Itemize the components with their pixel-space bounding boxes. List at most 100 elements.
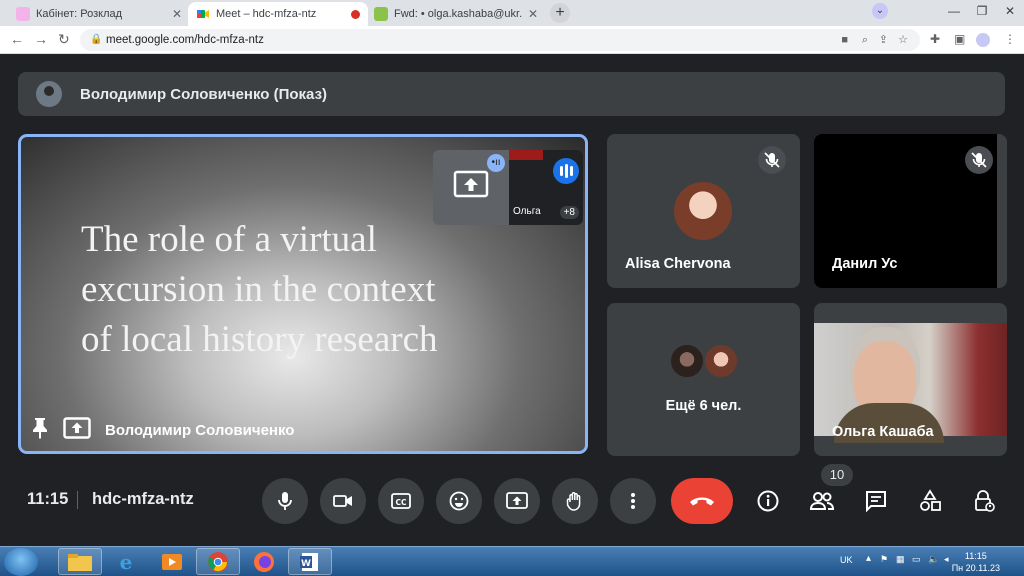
windows-taskbar: e W UK ▴ ⚑ ▦ ▭ 🔈 ◂ 11:15 Пн 20.11.23 [0,546,1024,576]
share-page-icon[interactable]: ⇪ [879,29,888,51]
profile-avatar[interactable] [976,33,990,47]
self-camera-preview: Ольга +8 [509,150,583,225]
participant-name: Данил Ус [832,256,898,272]
participants-count-badge: 10 [821,464,853,486]
captions-button[interactable]: CC [378,478,424,524]
reload-icon[interactable]: ↻ [58,31,70,48]
more-options-button[interactable] [610,478,656,524]
presenter-name: Володимир Соловиченко [105,421,295,439]
url-text: meet.google.com/hdc-mfza-ntz [106,34,264,46]
hand-icon [566,492,581,511]
people-icon [809,492,835,510]
firefox-taskbar-icon[interactable] [242,548,286,575]
present-now-button[interactable] [494,478,540,524]
address-toolbar: ← → ↻ 🔒 meet.google.com/hdc-mfza-ntz ■ ⌕… [0,26,1024,54]
back-icon[interactable]: ← [10,31,24,47]
microphone-icon [278,492,292,510]
presentation-banner-title: Володимир Соловиченко (Показ) [80,85,328,103]
ie-taskbar-icon[interactable]: e [104,548,148,575]
captions-icon: CC [391,493,411,509]
participant-name: Ольга Кашаба [832,424,934,440]
maximize-icon[interactable]: ❐ [968,0,996,22]
participant-tile[interactable]: Ольга Кашаба [814,303,1007,456]
self-name: Ольга [513,206,541,217]
recording-indicator-icon [351,9,360,19]
meeting-clock: 11:15 [27,490,69,508]
participant-tile[interactable]: Alisa Chervona [607,134,800,288]
participant-name: Alisa Chervona [625,256,731,272]
language-indicator[interactable]: UK [840,555,853,565]
extensions-icon[interactable]: ✚ [930,32,940,46]
host-controls-button[interactable] [970,487,998,515]
meet-favicon-icon [196,7,210,21]
presentation-banner: Володимир Соловиченко (Показ) [18,72,1005,116]
svg-text:CC: CC [395,498,407,507]
more-participants-label: Ещё 6 чел. [665,398,742,414]
more-vert-icon [631,493,635,509]
self-video-strip [509,150,543,160]
presentation-footer: Володимир Соловиченко [31,417,294,443]
bookmark-star-icon[interactable]: ☆ [898,29,908,51]
activities-shapes-icon [920,489,941,511]
close-window-icon[interactable]: ✕ [996,0,1024,22]
divider [77,491,78,509]
cabinet-favicon-icon [16,7,30,21]
url-omnibox[interactable]: 🔒 meet.google.com/hdc-mfza-ntz ■ ⌕ ⇪ ☆ [80,29,920,51]
more-participants-tile[interactable]: Ещё 6 чел. [607,303,800,456]
side-panel-icon[interactable]: ▣ [954,32,965,46]
tab-search-chevron-icon[interactable]: ⌄ [872,3,888,19]
audio-level-icon: •ıı [487,154,505,172]
participant-video [814,323,1007,443]
battery-icon[interactable]: ▭ [912,554,921,565]
minimize-icon[interactable]: — [940,0,968,22]
menu-kebab-icon[interactable]: ⋮ [1004,32,1016,46]
speaker-icon[interactable]: ◂ [944,554,949,565]
speaking-indicator-icon [553,158,579,184]
tab-mail[interactable]: Fwd: • olga.kashaba@ukr.net ✕ [366,2,546,26]
leave-call-button[interactable] [671,478,733,524]
tab-meet[interactable]: Meet – hdc-mfza-ntz [188,2,368,26]
camera-in-use-icon[interactable]: ■ [841,29,848,51]
media-player-taskbar-icon[interactable] [150,548,194,575]
flag-icon[interactable]: ⚑ [880,554,888,565]
chat-button[interactable] [862,487,890,515]
raise-hand-button[interactable] [552,478,598,524]
start-button[interactable] [4,548,38,576]
presentation-tile[interactable]: The role of a virtual excursion in the c… [18,134,588,454]
chat-icon [866,491,886,513]
self-view-tile[interactable]: •ıı Ольга +8 [433,150,583,225]
forward-icon[interactable]: → [34,31,48,47]
emoji-icon [449,491,469,511]
explorer-taskbar-icon[interactable] [58,548,102,575]
close-icon[interactable]: ✕ [528,7,538,21]
tab-title: Кабінет: Розклад [36,8,123,20]
chrome-taskbar-icon[interactable] [196,548,240,575]
new-tab-button[interactable]: + [550,3,570,23]
word-taskbar-icon[interactable]: W [288,548,332,575]
mic-off-icon [965,146,993,174]
volume-icon[interactable]: 🔈 [928,554,939,565]
reactions-button[interactable] [436,478,482,524]
network-icon[interactable]: ▦ [896,554,905,565]
microphone-button[interactable] [262,478,308,524]
end-call-icon [690,497,714,506]
mic-off-icon [758,146,786,174]
browser-tab-strip: Кабінет: Розклад ✕ Meet – hdc-mfza-ntz F… [0,0,1024,26]
tab-schedule[interactable]: Кабінет: Розклад ✕ [8,2,190,26]
lock-person-icon [975,490,995,512]
meeting-code[interactable]: hdc-mfza-ntz [92,490,194,509]
zoom-icon[interactable]: ⌕ [862,29,868,51]
close-icon[interactable]: ✕ [172,7,182,21]
system-clock[interactable]: 11:15 Пн 20.11.23 [952,550,1000,574]
participants-button[interactable] [808,487,836,515]
self-presenting-preview: •ıı [433,150,509,225]
pin-icon[interactable] [31,417,49,443]
lock-icon[interactable]: 🔒 [90,29,102,51]
participant-tile[interactable]: Данил Ус [814,134,1007,288]
camera-button[interactable] [320,478,366,524]
meeting-details-button[interactable] [754,487,782,515]
others-count-badge[interactable]: +8 [559,206,579,219]
activities-button[interactable] [916,487,944,515]
mail-favicon-icon [374,7,388,21]
tray-expand-icon[interactable]: ▴ [866,553,871,564]
